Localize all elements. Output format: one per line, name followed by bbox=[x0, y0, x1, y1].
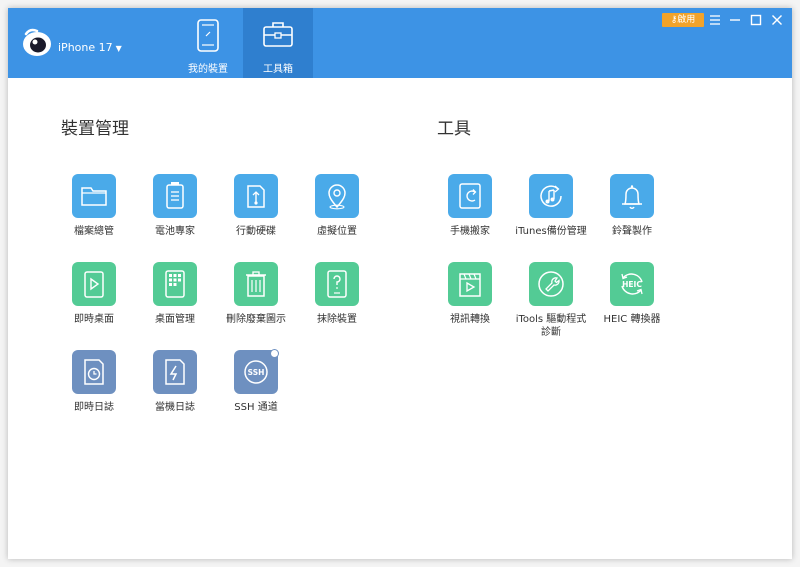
device-name: iPhone 17 bbox=[58, 41, 113, 54]
video-convert-icon bbox=[448, 262, 492, 306]
toolbox-icon bbox=[263, 22, 293, 47]
tool-phone-transfer-label: 手機搬家 bbox=[450, 226, 490, 237]
tab-my-device-label: 我的裝置 bbox=[188, 64, 228, 75]
erase-device-icon bbox=[315, 262, 359, 306]
tool-heic-converter-label: HEIC 轉換器 bbox=[603, 314, 661, 325]
tools-title: 工具 bbox=[437, 119, 471, 139]
tool-realtime-desktop[interactable]: 即時桌面 bbox=[54, 262, 134, 326]
title-bar: iPhone 17 ▼ 我的裝置 工具箱 ⚷啟用 bbox=[8, 8, 792, 78]
app-root: iPhone 17 ▼ 我的裝置 工具箱 ⚷啟用 裝置管理 工具 檔案總管 電池… bbox=[0, 0, 800, 567]
realtime-log-icon bbox=[72, 350, 116, 394]
play-screen-icon bbox=[72, 262, 116, 306]
chevron-down-icon: ▼ bbox=[115, 44, 122, 53]
tool-video-convert[interactable]: 視訊轉換 bbox=[430, 262, 510, 326]
close-icon[interactable] bbox=[770, 13, 784, 27]
folder-icon bbox=[72, 174, 116, 218]
new-badge-dot bbox=[270, 349, 279, 358]
tool-virtual-location[interactable]: 虛擬位置 bbox=[297, 174, 377, 238]
activate-button[interactable]: ⚷啟用 bbox=[662, 13, 704, 27]
tool-realtime-desktop-label: 即時桌面 bbox=[74, 314, 114, 325]
device-management-title: 裝置管理 bbox=[61, 119, 129, 139]
tab-toolbox-label: 工具箱 bbox=[263, 64, 293, 75]
tool-battery-expert[interactable]: 電池專家 bbox=[135, 174, 215, 238]
tool-delete-icons-label: 刪除廢棄圖示 bbox=[226, 314, 286, 325]
tool-itunes-backup-label: iTunes備份管理 bbox=[515, 226, 587, 237]
main-window: iPhone 17 ▼ 我的裝置 工具箱 ⚷啟用 裝置管理 工具 檔案總管 電池… bbox=[8, 8, 792, 559]
tool-desktop-manager-label: 桌面管理 bbox=[155, 314, 195, 325]
itunes-backup-icon bbox=[529, 174, 573, 218]
heic-icon: HEIC bbox=[610, 262, 654, 306]
wrench-icon bbox=[529, 262, 573, 306]
crash-log-icon bbox=[153, 350, 197, 394]
tool-mobile-drive-label: 行動硬碟 bbox=[236, 226, 276, 237]
tool-ssh-tunnel[interactable]: SSH SSH 通道 bbox=[216, 349, 296, 414]
app-grid-icon bbox=[153, 262, 197, 306]
trash-icon bbox=[234, 262, 278, 306]
location-pin-icon bbox=[315, 174, 359, 218]
tool-driver-diagnosis-label: iTools 驅動程式診斷 bbox=[515, 314, 587, 338]
tool-itunes-backup[interactable]: iTunes備份管理 bbox=[511, 174, 591, 238]
tool-delete-icons[interactable]: 刪除廢棄圖示 bbox=[216, 262, 296, 326]
tool-realtime-log[interactable]: 即時日誌 bbox=[54, 350, 134, 414]
tool-ringtone-maker-label: 鈴聲製作 bbox=[612, 226, 652, 237]
tool-battery-expert-label: 電池專家 bbox=[155, 226, 195, 237]
bell-icon bbox=[610, 174, 654, 218]
tool-mobile-drive[interactable]: 行動硬碟 bbox=[216, 174, 296, 238]
device-selector[interactable]: iPhone 17 ▼ bbox=[58, 41, 122, 54]
maximize-icon[interactable] bbox=[749, 13, 763, 27]
tab-toolbox[interactable]: 工具箱 bbox=[243, 8, 313, 78]
tab-my-device[interactable]: 我的裝置 bbox=[173, 8, 243, 78]
itools-logo-icon bbox=[23, 28, 51, 56]
tool-erase-device-label: 抹除裝置 bbox=[317, 314, 357, 325]
ssh-icon: SSH bbox=[234, 349, 279, 394]
usb-drive-icon bbox=[234, 174, 278, 218]
tool-erase-device[interactable]: 抹除裝置 bbox=[297, 262, 377, 326]
tool-video-convert-label: 視訊轉換 bbox=[450, 314, 490, 325]
tool-file-manager[interactable]: 檔案總管 bbox=[54, 174, 134, 238]
phone-transfer-icon bbox=[448, 174, 492, 218]
tool-file-manager-label: 檔案總管 bbox=[74, 226, 114, 237]
tool-crash-log[interactable]: 當機日誌 bbox=[135, 350, 215, 414]
tool-ssh-tunnel-label: SSH 通道 bbox=[234, 402, 278, 413]
tool-virtual-location-label: 虛擬位置 bbox=[317, 226, 357, 237]
heic-icon-text: HEIC bbox=[622, 280, 642, 289]
minimize-icon[interactable] bbox=[728, 13, 742, 27]
tool-phone-transfer[interactable]: 手機搬家 bbox=[430, 174, 510, 238]
tool-ringtone-maker[interactable]: 鈴聲製作 bbox=[592, 174, 672, 238]
tool-desktop-manager[interactable]: 桌面管理 bbox=[135, 262, 215, 326]
battery-icon bbox=[153, 174, 197, 218]
menu-icon[interactable] bbox=[708, 13, 722, 27]
tool-realtime-log-label: 即時日誌 bbox=[74, 402, 114, 413]
tool-heic-converter[interactable]: HEIC HEIC 轉換器 bbox=[592, 262, 672, 326]
phone-icon bbox=[197, 19, 219, 52]
activate-label: 啟用 bbox=[677, 15, 696, 25]
ssh-icon-text: SSH bbox=[248, 368, 265, 377]
tool-driver-diagnosis[interactable]: iTools 驅動程式診斷 bbox=[511, 262, 591, 339]
tool-crash-log-label: 當機日誌 bbox=[155, 402, 195, 413]
